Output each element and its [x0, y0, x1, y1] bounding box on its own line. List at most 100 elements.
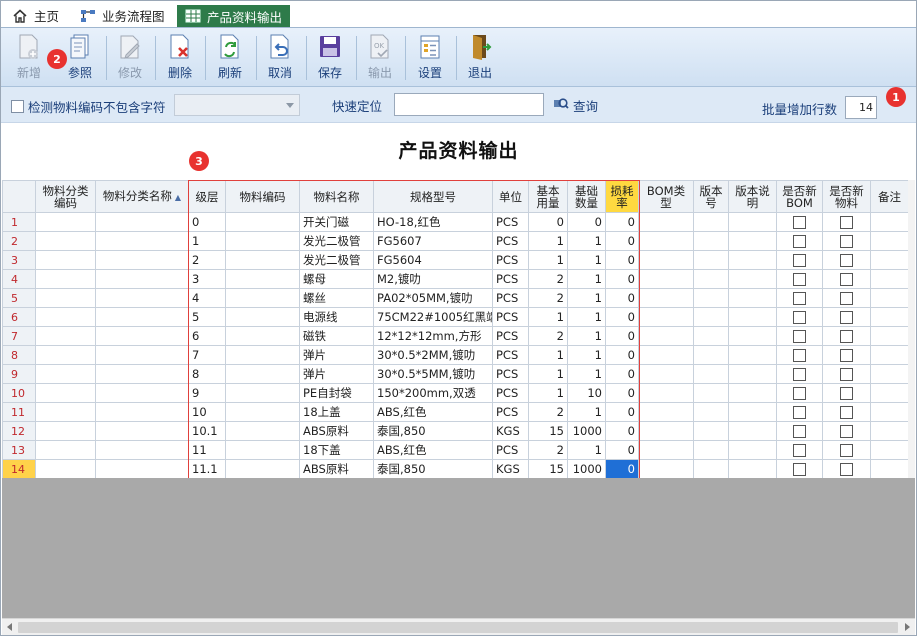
base-qty-cell[interactable]: 1 — [528, 345, 568, 365]
cat-code-cell[interactable] — [35, 269, 96, 289]
base-amount-cell[interactable]: 1 — [567, 250, 606, 270]
new-material-checkbox[interactable] — [840, 291, 853, 305]
bom-type-cell[interactable] — [638, 402, 694, 422]
bom-type-cell[interactable] — [638, 250, 694, 270]
material-name-cell[interactable]: 发光二极管 — [299, 231, 374, 251]
cat-code-cell[interactable] — [35, 288, 96, 308]
version-note-cell[interactable] — [728, 421, 777, 441]
bom-type-cell[interactable] — [638, 231, 694, 251]
loss-rate-cell[interactable]: 0 — [605, 269, 639, 289]
unit-cell[interactable]: PCS — [492, 326, 529, 346]
new-bom-checkbox[interactable] — [793, 424, 806, 438]
unit-cell[interactable]: PCS — [492, 231, 529, 251]
new-material-checkbox[interactable] — [840, 253, 853, 267]
base-qty-cell[interactable]: 1 — [528, 307, 568, 327]
checkbox-box[interactable] — [11, 100, 24, 113]
spec-cell[interactable]: 泰国,850 — [373, 421, 493, 441]
edit-button[interactable]: 修改 — [107, 32, 153, 84]
bom-type-cell[interactable] — [638, 440, 694, 460]
spec-cell[interactable]: ABS,红色 — [373, 402, 493, 422]
remark-cell[interactable] — [870, 231, 908, 251]
version-note-cell[interactable] — [728, 326, 777, 346]
base-qty-cell[interactable]: 2 — [528, 269, 568, 289]
material-code-cell[interactable] — [225, 288, 300, 308]
version-note-cell[interactable] — [728, 459, 777, 478]
bom-type-cell[interactable] — [638, 459, 694, 478]
loss-rate-cell[interactable]: 0 — [605, 421, 639, 441]
material-name-cell[interactable]: 开关门磁 — [299, 212, 374, 232]
material-code-cell[interactable] — [225, 440, 300, 460]
material-code-cell[interactable] — [225, 326, 300, 346]
version-cell[interactable] — [693, 269, 729, 289]
col-header[interactable]: 物料分类编码 — [35, 180, 96, 213]
cat-name-cell[interactable] — [95, 364, 189, 384]
tab-product-output[interactable]: 产品资料输出 — [177, 5, 291, 27]
cat-code-cell[interactable] — [35, 345, 96, 365]
level-cell[interactable]: 11.1 — [188, 459, 226, 478]
version-cell[interactable] — [693, 421, 729, 441]
col-header[interactable]: 单位 — [492, 180, 529, 213]
table-row[interactable]: 4 3 螺母 M2,镀叻 PCS 2 1 0 — [2, 269, 908, 289]
base-amount-cell[interactable]: 1 — [567, 326, 606, 346]
base-qty-cell[interactable]: 2 — [528, 326, 568, 346]
row-number[interactable]: 4 — [2, 269, 36, 289]
table-row[interactable]: 3 2 发光二极管 FG5604 PCS 1 1 0 — [2, 250, 908, 270]
table-row[interactable]: 7 6 磁铁 12*12*12mm,方形 PCS 2 1 0 — [2, 326, 908, 346]
base-amount-cell[interactable]: 1000 — [567, 421, 606, 441]
level-cell[interactable]: 5 — [188, 307, 226, 327]
spec-cell[interactable]: FG5607 — [373, 231, 493, 251]
col-header[interactable]: 版本号 — [693, 180, 729, 213]
cat-name-cell[interactable] — [95, 231, 189, 251]
new-material-checkbox[interactable] — [840, 329, 853, 343]
new-bom-checkbox[interactable] — [793, 443, 806, 457]
version-cell[interactable] — [693, 345, 729, 365]
col-header[interactable]: 基本用量 — [528, 180, 568, 213]
new-material-checkbox[interactable] — [840, 424, 853, 438]
col-header-sortable[interactable]: 物料分类名称 ▲ — [95, 180, 189, 213]
new-bom-checkbox[interactable] — [793, 310, 806, 324]
new-material-checkbox[interactable] — [840, 367, 853, 381]
material-name-cell[interactable]: 磁铁 — [299, 326, 374, 346]
spec-cell[interactable]: PA02*05MM,镀叻 — [373, 288, 493, 308]
loss-rate-cell[interactable]: 0 — [605, 364, 639, 384]
version-cell[interactable] — [693, 250, 729, 270]
spec-cell[interactable]: 12*12*12mm,方形 — [373, 326, 493, 346]
cat-name-cell[interactable] — [95, 307, 189, 327]
material-name-cell[interactable]: 螺母 — [299, 269, 374, 289]
cat-code-cell[interactable] — [35, 421, 96, 441]
remark-cell[interactable] — [870, 440, 908, 460]
cat-name-cell[interactable] — [95, 250, 189, 270]
unit-cell[interactable]: KGS — [492, 421, 529, 441]
loss-rate-cell[interactable]: 0 — [605, 288, 639, 308]
new-bom-checkbox[interactable] — [793, 405, 806, 419]
cat-code-cell[interactable] — [35, 326, 96, 346]
base-amount-cell[interactable]: 1 — [567, 402, 606, 422]
material-name-cell[interactable]: PE自封袋 — [299, 383, 374, 403]
level-cell[interactable]: 7 — [188, 345, 226, 365]
new-material-checkbox[interactable] — [840, 462, 853, 476]
version-cell[interactable] — [693, 459, 729, 478]
remark-cell[interactable] — [870, 383, 908, 403]
cat-name-cell[interactable] — [95, 459, 189, 478]
remark-cell[interactable] — [870, 421, 908, 441]
col-header[interactable]: 规格型号 — [373, 180, 493, 213]
table-row[interactable]: 12 10.1 ABS原料 泰国,850 KGS 15 1000 0 — [2, 421, 908, 441]
base-qty-cell[interactable]: 2 — [528, 440, 568, 460]
base-amount-cell[interactable]: 0 — [567, 212, 606, 232]
spec-cell[interactable]: 泰国,850 — [373, 459, 493, 478]
material-code-cell[interactable] — [225, 269, 300, 289]
new-bom-checkbox[interactable] — [793, 329, 806, 343]
version-note-cell[interactable] — [728, 440, 777, 460]
version-note-cell[interactable] — [728, 364, 777, 384]
remark-cell[interactable] — [870, 459, 908, 478]
new-material-checkbox[interactable] — [840, 215, 853, 229]
loss-rate-cell[interactable]: 0 — [605, 231, 639, 251]
col-header[interactable]: 物料编码 — [225, 180, 300, 213]
base-qty-cell[interactable]: 15 — [528, 421, 568, 441]
material-name-cell[interactable]: 发光二极管 — [299, 250, 374, 270]
loss-rate-cell[interactable]: 0 — [605, 440, 639, 460]
table-row[interactable]: 5 4 螺丝 PA02*05MM,镀叻 PCS 2 1 0 — [2, 288, 908, 308]
col-header-highlighted[interactable]: 损耗率 — [605, 180, 639, 213]
base-qty-cell[interactable]: 1 — [528, 364, 568, 384]
material-name-cell[interactable]: 弹片 — [299, 345, 374, 365]
